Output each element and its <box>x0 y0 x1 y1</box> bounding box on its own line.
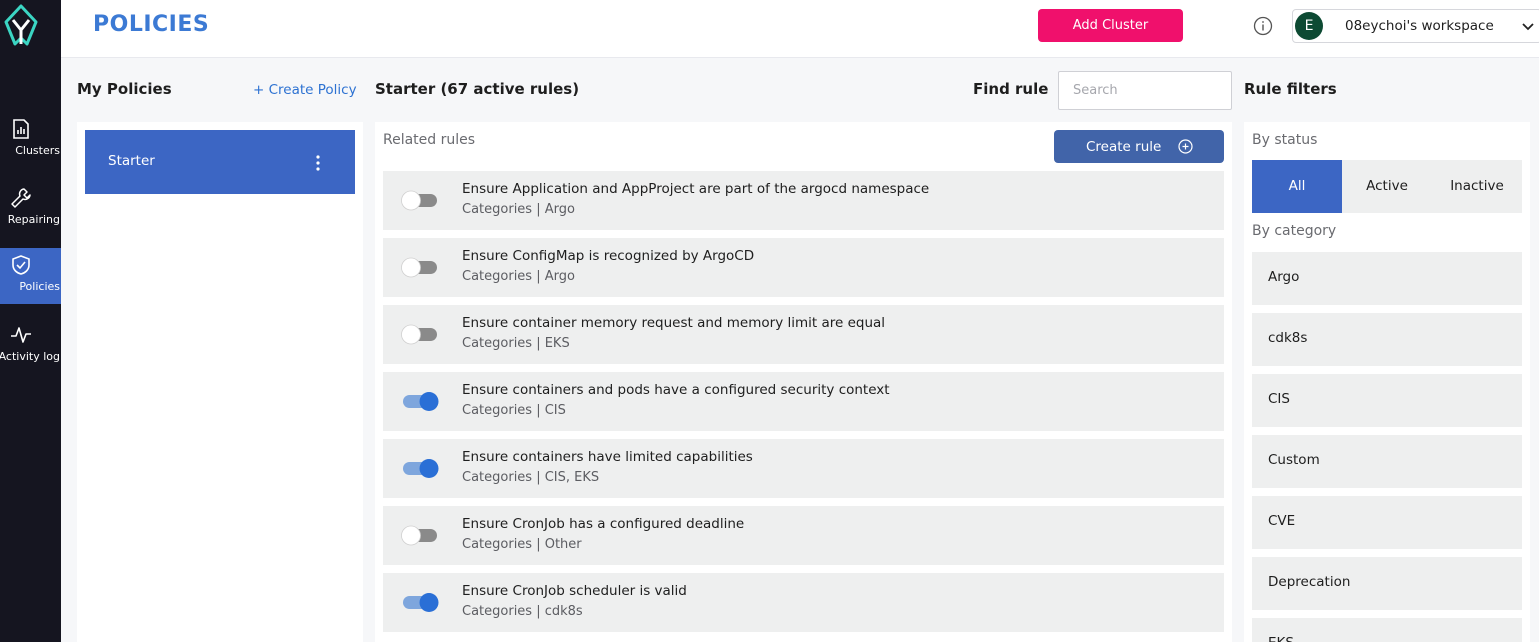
policy-name: Starter <box>108 153 155 169</box>
workspace-selector[interactable]: E 08eychoi's workspace <box>1292 9 1539 43</box>
my-policies-heading: My Policies <box>77 80 172 98</box>
related-rules-label: Related rules <box>383 132 476 148</box>
category-label: CIS <box>1268 391 1290 407</box>
rule-row[interactable]: Ensure containers have limited capabilit… <box>383 439 1224 498</box>
more-vertical-icon[interactable] <box>311 154 325 172</box>
workspace-name: 08eychoi's workspace <box>1345 18 1494 34</box>
category-filter[interactable]: CVE <box>1252 496 1522 549</box>
logo-icon[interactable] <box>3 4 39 48</box>
rule-title: Ensure containers and pods have a config… <box>462 382 890 398</box>
rule-title: Ensure ConfigMap is recognized by ArgoCD <box>462 248 755 264</box>
toggle-switch[interactable] <box>401 188 441 212</box>
rule-categories: Categories | Argo <box>462 202 575 217</box>
rules-panel: Related rules Create rule Ensure Applica… <box>375 122 1232 642</box>
rule-categories: Categories | cdk8s <box>462 604 583 619</box>
rule-categories: Categories | Other <box>462 537 582 552</box>
chevron-down-icon <box>1522 23 1534 31</box>
avatar: E <box>1295 12 1323 40</box>
info-icon[interactable] <box>1253 16 1273 36</box>
rule-row[interactable]: Ensure container memory request and memo… <box>383 305 1224 364</box>
top-header: POLICIES Add Cluster E 08eychoi's worksp… <box>61 0 1539 58</box>
rule-categories: Categories | CIS <box>462 403 566 418</box>
rule-row[interactable]: Ensure Application and AppProject are pa… <box>383 171 1224 230</box>
nav-label: Policies <box>19 280 60 293</box>
rule-row[interactable]: Ensure CronJob has a configured deadline… <box>383 506 1224 565</box>
nav-item-clusters[interactable]: Clusters <box>0 112 61 168</box>
policy-item-starter[interactable]: Starter <box>85 130 355 194</box>
nav-label: Repairing <box>7 213 60 226</box>
rule-title: Ensure Application and AppProject are pa… <box>462 181 930 197</box>
nav-label: Clusters <box>15 144 60 157</box>
rule-row[interactable]: Ensure CronJob scheduler is valid Categor… <box>383 573 1224 632</box>
status-filter-group: All Active Inactive <box>1252 160 1522 213</box>
category-label: EKS <box>1268 635 1294 642</box>
wrench-icon <box>11 188 31 208</box>
rule-title: Ensure CronJob has a configured deadline <box>462 516 745 532</box>
status-filter-inactive[interactable]: Inactive <box>1432 160 1522 213</box>
rule-categories: Categories | CIS, EKS <box>462 470 600 485</box>
rule-filters-heading: Rule filters <box>1244 80 1337 98</box>
category-filter[interactable]: Custom <box>1252 435 1522 488</box>
rule-title: Ensure container memory request and memo… <box>462 315 886 331</box>
rule-categories: Categories | Argo <box>462 269 575 284</box>
add-cluster-button[interactable]: Add Cluster <box>1038 9 1183 42</box>
side-nav: Clusters Repairing Policies Activity log <box>0 0 61 642</box>
policies-panel: Starter <box>77 122 363 642</box>
category-label: cdk8s <box>1268 330 1308 346</box>
nav-label: Activity log <box>0 350 60 363</box>
category-label: Argo <box>1268 269 1300 285</box>
toggle-switch[interactable] <box>401 322 441 346</box>
category-label: Custom <box>1268 452 1320 468</box>
shield-icon <box>12 255 30 275</box>
by-status-label: By status <box>1252 132 1318 148</box>
create-rule-label: Create rule <box>1086 138 1162 155</box>
plus-circle-icon <box>1178 139 1193 154</box>
rules-heading: Starter (67 active rules) <box>375 80 580 98</box>
toggle-switch[interactable] <box>401 590 441 614</box>
filters-panel: By status All Active Inactive By categor… <box>1244 122 1530 642</box>
toggle-switch[interactable] <box>401 456 441 480</box>
category-filter[interactable]: CIS <box>1252 374 1522 427</box>
create-rule-button[interactable]: Create rule <box>1054 130 1224 163</box>
category-label: Deprecation <box>1268 574 1351 590</box>
rule-row[interactable]: Ensure containers and pods have a config… <box>383 372 1224 431</box>
category-filter[interactable]: cdk8s <box>1252 313 1522 366</box>
clusters-icon <box>13 119 29 139</box>
status-filter-all[interactable]: All <box>1252 160 1342 213</box>
nav-item-repairing[interactable]: Repairing <box>0 181 61 237</box>
rule-row[interactable]: Ensure ConfigMap is recognized by ArgoCD… <box>383 238 1224 297</box>
activity-icon <box>11 327 31 343</box>
rule-categories: Categories | EKS <box>462 336 570 351</box>
toggle-switch[interactable] <box>401 389 441 413</box>
page-title: POLICIES <box>93 12 210 37</box>
category-label: CVE <box>1268 513 1296 529</box>
toggle-switch[interactable] <box>401 523 441 547</box>
nav-item-policies[interactable]: Policies <box>0 248 61 304</box>
rule-title: Ensure containers have limited capabilit… <box>462 449 753 465</box>
create-policy-link[interactable]: + Create Policy <box>253 82 357 98</box>
rule-title: Ensure CronJob scheduler is valid <box>462 583 687 599</box>
search-input[interactable] <box>1058 71 1232 110</box>
status-filter-active[interactable]: Active <box>1342 160 1432 213</box>
find-rule-label: Find rule <box>973 80 1049 98</box>
category-filter[interactable]: Argo <box>1252 252 1522 305</box>
by-category-label: By category <box>1252 223 1337 239</box>
toggle-switch[interactable] <box>401 255 441 279</box>
nav-item-activity-log[interactable]: Activity log <box>0 318 61 374</box>
category-filter[interactable]: EKS <box>1252 618 1522 642</box>
category-filter[interactable]: Deprecation <box>1252 557 1522 610</box>
